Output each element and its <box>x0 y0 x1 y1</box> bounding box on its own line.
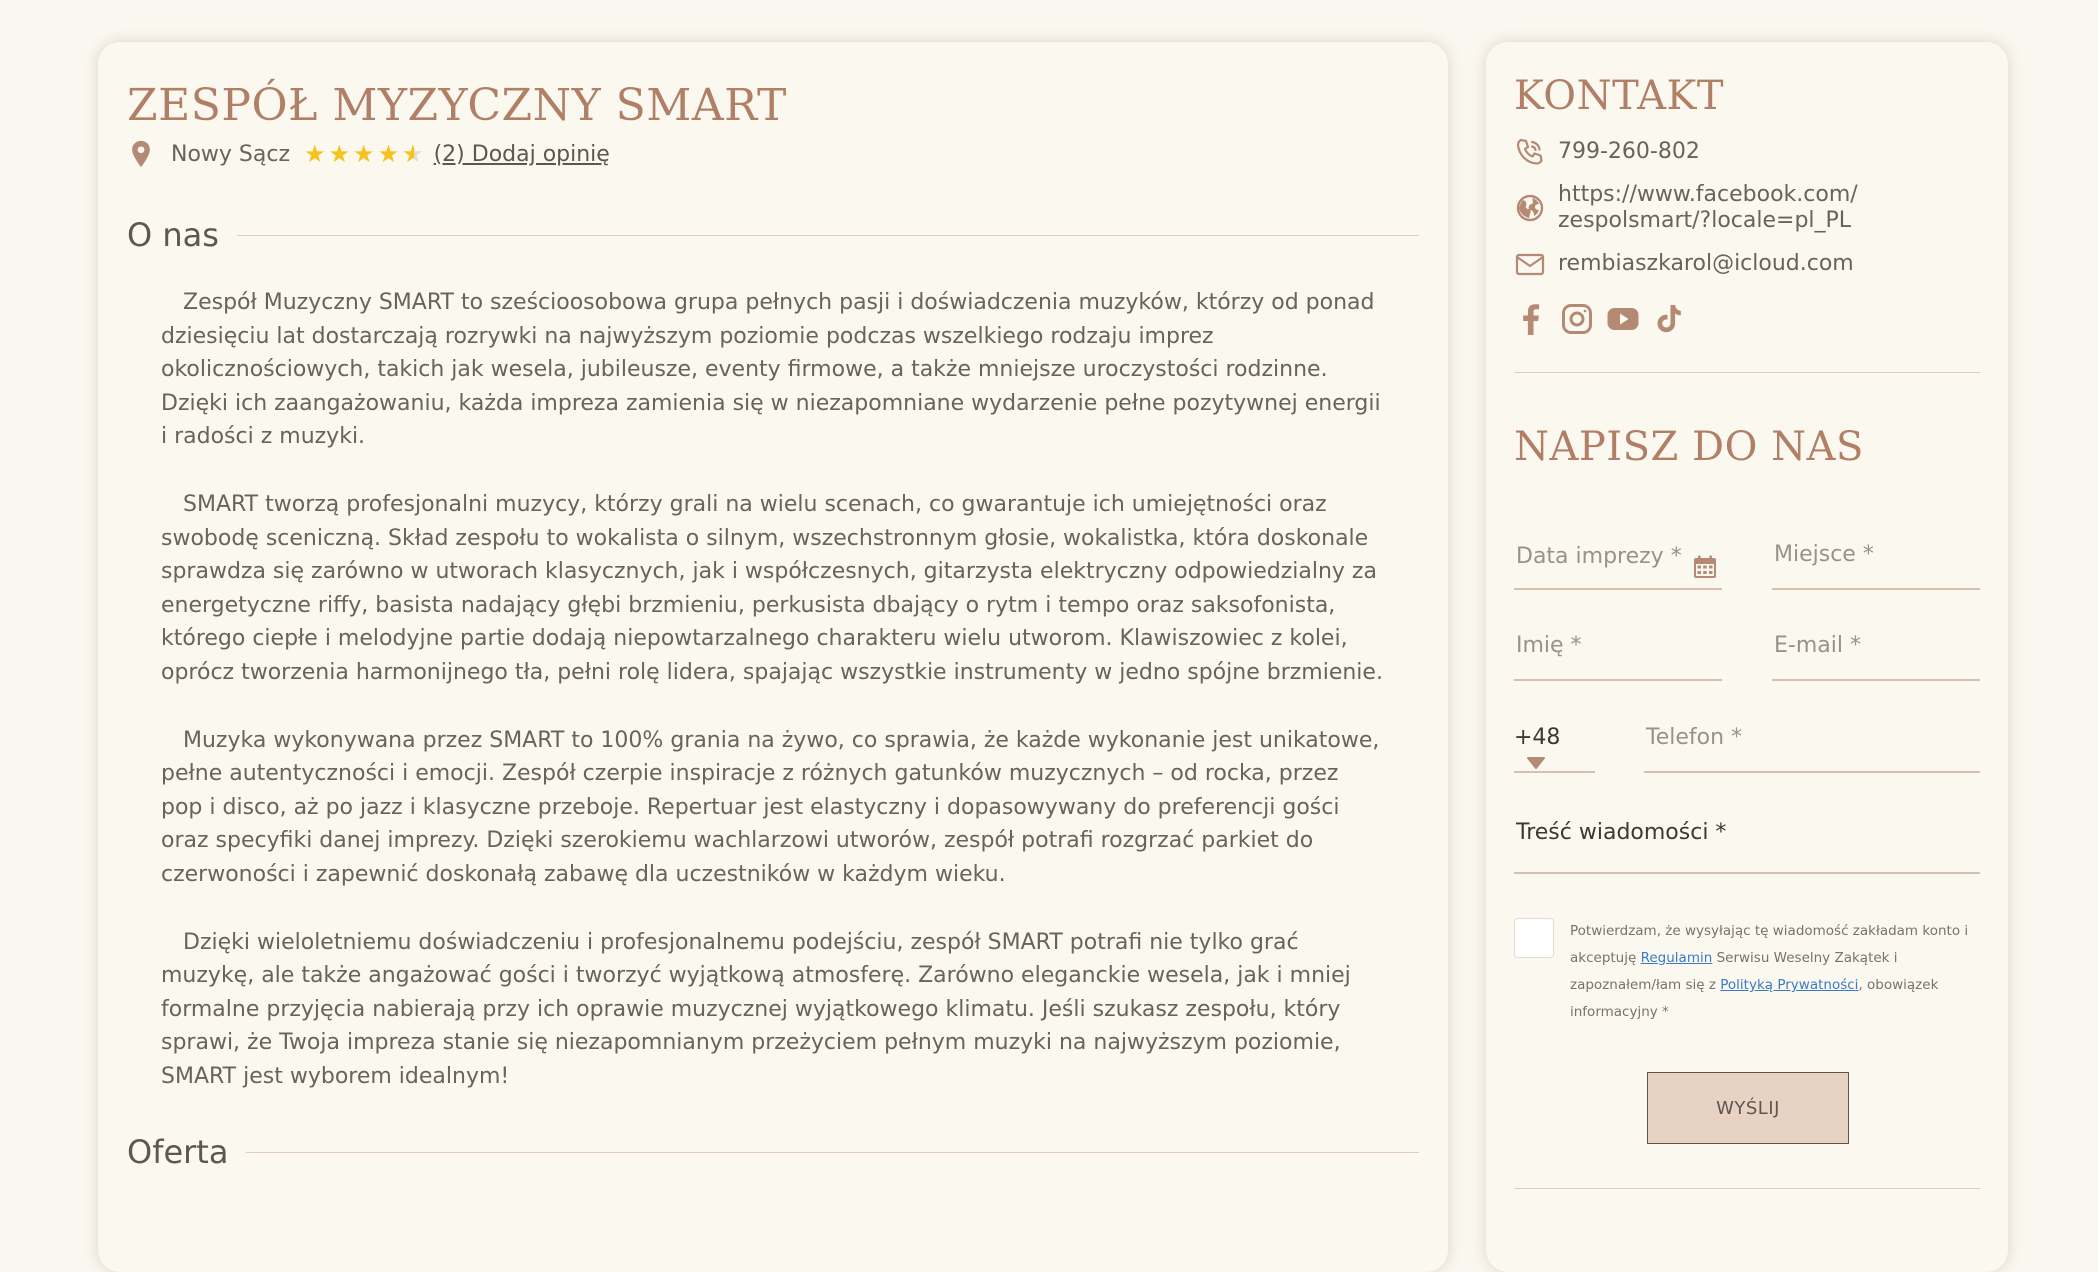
star-icon: ★ <box>328 140 351 168</box>
city-label: Nowy Sącz <box>171 141 291 167</box>
contact-heading: KONTAKT <box>1514 73 1725 119</box>
band-profile-card: ZESPÓŁ MYZYCZNY SMART Nowy Sącz ★ ★ ★ ★ … <box>98 42 1448 1272</box>
phone-placeholder: Telefon * <box>1646 725 1743 750</box>
place-input[interactable]: Miejsce * <box>1772 542 1980 590</box>
star-icon: ★ <box>304 140 326 168</box>
event-date-input[interactable]: Data imprezy * <box>1514 544 1722 590</box>
message-label: Treść wiadomości * <box>1516 820 1727 845</box>
website-line: https://www.facebook.com/ <box>1558 182 1858 207</box>
email-input[interactable]: E-mail * <box>1772 633 1980 681</box>
message-textarea[interactable]: Treść wiadomości * <box>1514 820 1980 874</box>
tiktok-icon[interactable] <box>1652 302 1686 336</box>
name-placeholder: Imię * <box>1516 633 1582 658</box>
form-heading: NAPISZ DO NAS <box>1514 424 1864 470</box>
name-input[interactable]: Imię * <box>1514 633 1722 681</box>
mail-icon <box>1515 253 1545 276</box>
place-placeholder: Miejsce * <box>1774 542 1874 567</box>
location-pin-icon <box>132 140 150 168</box>
send-button[interactable]: WYŚLIJ <box>1647 1072 1849 1144</box>
country-code-value: +48 <box>1514 725 1561 750</box>
about-heading: O nas <box>127 216 219 254</box>
website-line: zespolsmart/?locale=pl_PL <box>1558 208 1852 233</box>
about-paragraph: Muzyka wykonywana przez SMART to 100% gr… <box>161 727 1380 887</box>
about-section-header: O nas <box>127 216 1419 254</box>
about-paragraph: SMART tworzą profesjonalni muzycy, którz… <box>161 491 1383 685</box>
offer-section-header: Oferta <box>127 1133 1419 1171</box>
website-row[interactable]: https://www.facebook.com/ zespolsmart/?l… <box>1514 182 1980 234</box>
offer-heading: Oferta <box>127 1133 229 1172</box>
star-icon: ★ <box>353 140 375 168</box>
add-review-link[interactable]: (2) Dodaj opinię <box>434 142 610 167</box>
band-meta: Nowy Sącz ★ ★ ★ ★ ★ (2) Dodaj opinię <box>127 138 1419 170</box>
chevron-down-icon <box>1527 757 1545 769</box>
globe-icon <box>1516 194 1544 222</box>
about-paragraph: Zespół Muzyczny SMART to sześcioosobowa … <box>161 290 1381 450</box>
about-paragraph: Dzięki wieloletniemu doświadczeniu i pro… <box>161 929 1351 1089</box>
divider <box>236 234 1419 236</box>
email-row[interactable]: rembiaszkarol@icloud.com <box>1514 248 1980 280</box>
phone-number: 799-260-802 <box>1558 139 1700 164</box>
phone-icon <box>1516 138 1543 165</box>
divider <box>1514 1188 1980 1189</box>
divider <box>246 1151 1419 1153</box>
consent-text: Potwierdzam, że wysyłając tę wiadomość z… <box>1570 918 1984 1026</box>
calendar-icon[interactable] <box>1692 554 1718 580</box>
page-title: ZESPÓŁ MYZYCZNY SMART <box>127 80 787 131</box>
rating-stars: ★ ★ ★ ★ ★ <box>304 142 424 166</box>
privacy-policy-link[interactable]: Polityką Prywatności <box>1720 977 1858 993</box>
about-text: Zespół Muzyczny SMART to sześcioosobowa … <box>127 254 1419 1093</box>
phone-row[interactable]: 799-260-802 <box>1514 136 1980 168</box>
terms-link[interactable]: Regulamin <box>1641 950 1713 966</box>
country-code-select[interactable]: +48 <box>1514 725 1595 773</box>
website-link[interactable]: https://www.facebook.com/ zespolsmart/?l… <box>1558 182 1858 234</box>
consent-checkbox[interactable] <box>1514 918 1554 958</box>
email-placeholder: E-mail * <box>1774 633 1861 658</box>
half-star-icon: ★ <box>402 142 424 166</box>
contact-card: KONTAKT 799-260-802 https://www.facebook… <box>1486 42 2008 1272</box>
social-links <box>1514 302 1980 336</box>
event-date-placeholder: Data imprezy * <box>1516 544 1682 569</box>
instagram-icon[interactable] <box>1560 302 1594 336</box>
phone-input[interactable]: Telefon * <box>1644 725 1980 773</box>
consent-block: Potwierdzam, że wysyłając tę wiadomość z… <box>1514 918 1984 1026</box>
divider <box>1514 372 1980 373</box>
email-address: rembiaszkarol@icloud.com <box>1558 251 1854 276</box>
star-icon: ★ <box>377 140 400 168</box>
youtube-icon[interactable] <box>1606 302 1640 336</box>
facebook-icon[interactable] <box>1514 302 1548 336</box>
